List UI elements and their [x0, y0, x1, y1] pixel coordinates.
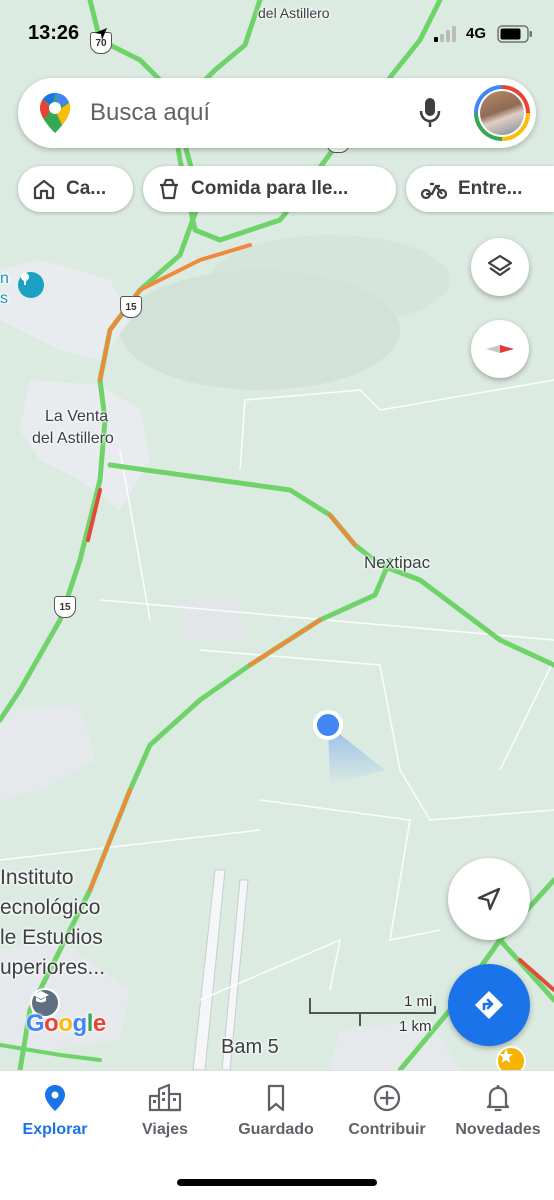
town-label: La Venta [45, 408, 109, 425]
add-circle-icon [373, 1084, 401, 1112]
compass-icon [486, 345, 514, 353]
layers-button[interactable] [471, 238, 529, 296]
nav-trips[interactable]: Viajes [110, 1083, 220, 1139]
chip-label: Entre... [458, 178, 523, 199]
bell-icon [486, 1085, 510, 1112]
nav-label: Viajes [142, 1121, 188, 1138]
park-icon[interactable] [18, 272, 44, 298]
location-dot [317, 714, 339, 736]
poi-label: le Estudios [0, 926, 103, 949]
town-label: del Astillero [32, 430, 114, 447]
nav-label: Contribuir [348, 1121, 426, 1138]
urban-area [330, 1020, 460, 1070]
nav-saved[interactable]: Guardado [221, 1083, 331, 1139]
location-arrow-icon [95, 28, 107, 40]
chip-label: Comida para lle... [191, 178, 349, 199]
battery-icon [497, 25, 532, 43]
status-bar: 13:26 4G [0, 0, 554, 64]
scooter-icon [420, 182, 448, 200]
nav-contribute[interactable]: Contribuir [332, 1083, 442, 1139]
navigation-arrow-icon [477, 887, 501, 911]
search-input[interactable]: Busca aquí [90, 99, 210, 127]
layers-icon [487, 254, 513, 277]
city-icon [148, 1083, 182, 1112]
compass-button[interactable] [471, 320, 529, 378]
microphone-icon[interactable] [418, 96, 442, 130]
highway-shield: 15 [120, 296, 142, 318]
avatar[interactable] [474, 85, 530, 141]
google-logo: Google [26, 1010, 106, 1037]
signal-icon [434, 26, 456, 42]
nav-label: Guardado [238, 1121, 314, 1138]
directions-icon [475, 991, 503, 1019]
search-bar[interactable]: Busca aquí [18, 78, 536, 148]
pin-icon [45, 1085, 65, 1111]
my-location-button[interactable] [448, 858, 530, 940]
star-icon[interactable] [496, 1046, 526, 1070]
scale-miles: 1 mi [404, 993, 433, 1010]
takeout-icon [160, 178, 178, 200]
bookmark-icon [267, 1084, 285, 1112]
highway-shield: 15 [54, 596, 76, 618]
scale-km: 1 km [399, 1018, 432, 1035]
nav-label: Explorar [22, 1121, 88, 1138]
home-indicator [177, 1179, 377, 1186]
urban-area [0, 705, 95, 800]
town-label: Nextipac [364, 553, 431, 572]
urban-area [180, 600, 245, 640]
poi-label: Bam 5 [221, 1036, 279, 1058]
nav-explore[interactable]: Explorar [0, 1083, 110, 1139]
nav-label: Novedades [455, 1121, 541, 1138]
poi-label: s [0, 290, 8, 307]
clock: 13:26 [28, 22, 80, 44]
chip-home[interactable]: Ca... [18, 166, 133, 212]
poi-label: n [0, 270, 9, 287]
poi-label: Instituto [0, 866, 74, 889]
directions-button[interactable] [448, 964, 530, 1046]
poi-label: uperiores... [0, 956, 106, 979]
network-type: 4G [466, 25, 487, 42]
poi-label: ecnológico [0, 896, 101, 919]
chip-takeout[interactable]: Comida para lle... [143, 166, 396, 212]
nav-updates[interactable]: Novedades [443, 1083, 553, 1139]
chip-label: Ca... [66, 178, 107, 199]
chip-delivery[interactable]: Entre... [406, 166, 554, 212]
home-icon [33, 179, 55, 200]
maps-logo-icon [40, 93, 70, 133]
